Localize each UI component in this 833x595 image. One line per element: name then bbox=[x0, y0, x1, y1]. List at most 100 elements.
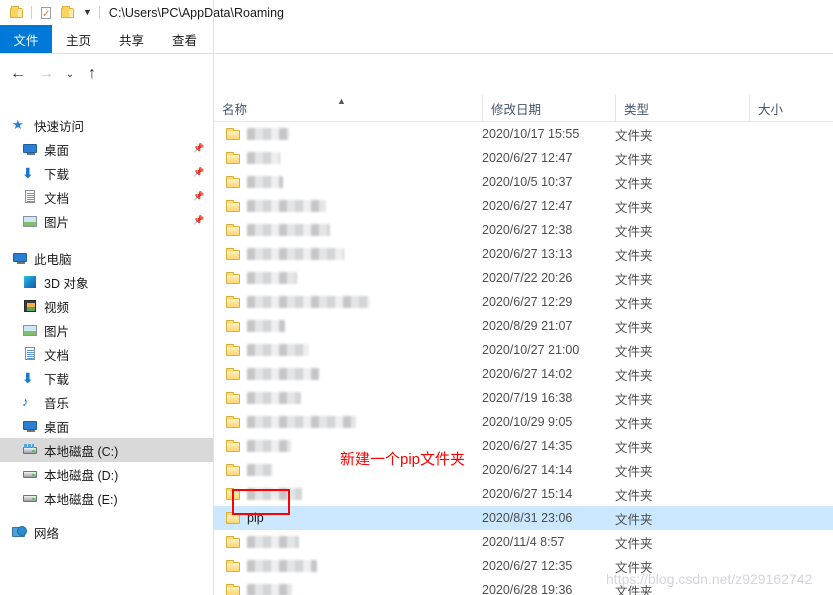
sidebar-item-label: 桌面 bbox=[44, 420, 70, 435]
table-row[interactable]: 2020/10/27 21:00 文件夹 bbox=[214, 338, 833, 362]
file-date-modified: 2020/10/17 15:55 bbox=[482, 127, 580, 141]
table-row[interactable]: 2020/7/22 20:26 文件夹 bbox=[214, 266, 833, 290]
column-header-name[interactable]: 名称 ▲ bbox=[214, 95, 482, 121]
table-row[interactable]: 2020/11/4 8:57 文件夹 bbox=[214, 530, 833, 554]
redacted-file-name bbox=[247, 536, 299, 548]
watermark: https://blog.csdn.net/z929162742 bbox=[606, 571, 813, 587]
redacted-file-name bbox=[247, 392, 301, 404]
table-row[interactable]: 2020/6/27 14:02 文件夹 bbox=[214, 362, 833, 386]
column-header-size[interactable]: 大小 bbox=[749, 95, 833, 121]
table-row[interactable]: 2020/8/29 21:07 文件夹 bbox=[214, 314, 833, 338]
sidebar-item-documents-pc[interactable]: 文档 bbox=[0, 342, 213, 366]
file-date-modified: 2020/6/27 12:29 bbox=[482, 295, 573, 309]
downloads-icon: ⬇ bbox=[22, 165, 34, 181]
file-type: 文件夹 bbox=[615, 320, 653, 335]
sidebar-item-pictures-pc[interactable]: 图片 bbox=[0, 318, 213, 342]
sidebar-item-local-disk-c[interactable]: 本地磁盘 (C:) bbox=[0, 438, 213, 462]
customize-caret-icon[interactable]: ▼ bbox=[83, 8, 92, 17]
folder-icon bbox=[225, 583, 241, 595]
table-row[interactable]: 2020/10/5 10:37 文件夹 bbox=[214, 170, 833, 194]
sidebar-item-videos[interactable]: 视频 bbox=[0, 294, 213, 318]
up-button[interactable]: ↑ bbox=[80, 62, 104, 86]
sidebar-item-label: 本地磁盘 (E:) bbox=[44, 492, 118, 507]
sidebar-item-desktop[interactable]: 桌面 📌 bbox=[0, 137, 213, 161]
sidebar-item-documents[interactable]: 文档 📌 bbox=[0, 185, 213, 209]
column-header-type[interactable]: 类型 bbox=[615, 95, 749, 121]
column-header-size-label: 大小 bbox=[758, 102, 784, 117]
column-header-row: 名称 ▲ 修改日期 类型 大小 bbox=[214, 95, 833, 122]
sidebar-item-local-disk-d[interactable]: 本地磁盘 (D:) bbox=[0, 462, 213, 486]
pin-icon[interactable]: 📌 bbox=[193, 168, 204, 177]
sidebar-item-label: 本地磁盘 (D:) bbox=[44, 468, 119, 483]
folder-icon[interactable] bbox=[9, 5, 25, 21]
sidebar-item-quick-access[interactable]: ★ 快速访问 bbox=[0, 113, 213, 137]
title-bar: ✓ ▼ C:\Users\PC\AppData\Roaming bbox=[0, 0, 833, 25]
sidebar-item-music[interactable]: ♪ 音乐 bbox=[0, 390, 213, 414]
file-type: 文件夹 bbox=[615, 344, 653, 359]
table-row[interactable]: 2020/6/27 14:35 文件夹 bbox=[214, 434, 833, 458]
column-header-date-modified[interactable]: 修改日期 bbox=[482, 95, 615, 121]
sidebar-item-label: 本地磁盘 (C:) bbox=[44, 444, 119, 459]
table-row[interactable]: pip 2020/8/31 23:06 文件夹 bbox=[214, 506, 833, 530]
file-list-pane: 名称 ▲ 修改日期 类型 大小 2020/10/17 15:55 文件夹 2020/… bbox=[214, 95, 833, 595]
redacted-file-name bbox=[247, 560, 317, 572]
pin-icon[interactable]: 📌 bbox=[193, 144, 204, 153]
new-folder-icon[interactable] bbox=[60, 5, 76, 21]
sidebar-item-downloads[interactable]: ⬇ 下载 📌 bbox=[0, 161, 213, 185]
pin-icon[interactable]: 📌 bbox=[193, 192, 204, 201]
tab-view[interactable]: 查看 bbox=[158, 25, 211, 53]
folder-icon bbox=[225, 151, 241, 165]
sidebar-item-local-disk-e[interactable]: 本地磁盘 (E:) bbox=[0, 486, 213, 510]
toolbar-divider bbox=[31, 6, 32, 19]
table-row[interactable]: 2020/6/27 12:38 文件夹 bbox=[214, 218, 833, 242]
sidebar-item-this-pc[interactable]: 此电脑 bbox=[0, 246, 213, 270]
tab-home[interactable]: 主页 bbox=[52, 25, 105, 53]
table-row[interactable]: 2020/6/27 12:29 文件夹 bbox=[214, 290, 833, 314]
file-type: 文件夹 bbox=[615, 152, 653, 167]
navigation-pane: ★ 快速访问 桌面 📌 ⬇ 下载 📌 文档 📌 图片 📌 此电脑 3D 对象 视… bbox=[0, 95, 213, 595]
table-row[interactable]: 2020/10/29 9:05 文件夹 bbox=[214, 410, 833, 434]
sidebar-item-label: 快速访问 bbox=[34, 119, 85, 134]
table-row[interactable]: 2020/6/27 12:47 文件夹 bbox=[214, 146, 833, 170]
tab-file[interactable]: 文件 bbox=[0, 25, 52, 53]
back-button[interactable]: ← bbox=[6, 62, 30, 86]
table-row[interactable]: 2020/6/27 13:13 文件夹 bbox=[214, 242, 833, 266]
sidebar-item-desktop-pc[interactable]: 桌面 bbox=[0, 414, 213, 438]
sidebar-item-pictures[interactable]: 图片 📌 bbox=[0, 209, 213, 233]
recent-locations-icon[interactable]: ⌄ bbox=[58, 62, 82, 86]
folder-icon bbox=[225, 127, 241, 141]
file-date-modified: 2020/6/27 14:02 bbox=[482, 367, 573, 381]
sidebar-item-downloads-pc[interactable]: ⬇ 下载 bbox=[0, 366, 213, 390]
table-row[interactable]: 2020/10/17 15:55 文件夹 bbox=[214, 122, 833, 146]
file-date-modified: 2020/7/19 16:38 bbox=[482, 391, 573, 405]
file-date-modified: 2020/6/27 12:47 bbox=[482, 151, 573, 165]
file-explorer-window: ✓ ▼ C:\Users\PC\AppData\Roaming 文件 主页 共享… bbox=[0, 0, 833, 595]
file-type: 文件夹 bbox=[615, 248, 653, 263]
sidebar-item-label: 此电脑 bbox=[34, 252, 72, 267]
properties-icon[interactable]: ✓ bbox=[38, 5, 54, 21]
table-row[interactable]: 2020/6/27 14:14 文件夹 bbox=[214, 458, 833, 482]
sidebar-item-label: 图片 bbox=[44, 324, 70, 339]
table-row[interactable]: 2020/7/19 16:38 文件夹 bbox=[214, 386, 833, 410]
redacted-file-name bbox=[247, 296, 370, 308]
address-bar: ← → ⌄ ↑ › 此电脑 › 本地磁盘 (C:) › 用户 › PC › Ap… bbox=[0, 54, 833, 141]
file-date-modified: 2020/10/29 9:05 bbox=[482, 415, 573, 429]
file-type: 文件夹 bbox=[615, 368, 653, 383]
sidebar-item-label: 3D 对象 bbox=[44, 276, 89, 291]
sidebar-item-label: 视频 bbox=[44, 300, 70, 315]
folder-icon bbox=[225, 247, 241, 261]
pin-icon[interactable]: 📌 bbox=[193, 216, 204, 225]
file-date-modified: 2020/11/4 8:57 bbox=[482, 535, 565, 549]
column-header-type-label: 类型 bbox=[624, 102, 650, 117]
sidebar-item-3d-objects[interactable]: 3D 对象 bbox=[0, 270, 213, 294]
forward-button[interactable]: → bbox=[34, 62, 58, 86]
redacted-file-name bbox=[247, 440, 291, 452]
folder-icon bbox=[225, 175, 241, 189]
file-date-modified: 2020/10/5 10:37 bbox=[482, 175, 573, 189]
table-row[interactable]: 2020/6/27 15:14 文件夹 bbox=[214, 482, 833, 506]
toolbar-divider-2 bbox=[98, 6, 100, 19]
tab-share[interactable]: 共享 bbox=[105, 25, 158, 53]
table-row[interactable]: 2020/6/27 12:47 文件夹 bbox=[214, 194, 833, 218]
column-header-date-label: 修改日期 bbox=[491, 102, 542, 117]
sidebar-item-network[interactable]: 网络 bbox=[0, 520, 213, 544]
